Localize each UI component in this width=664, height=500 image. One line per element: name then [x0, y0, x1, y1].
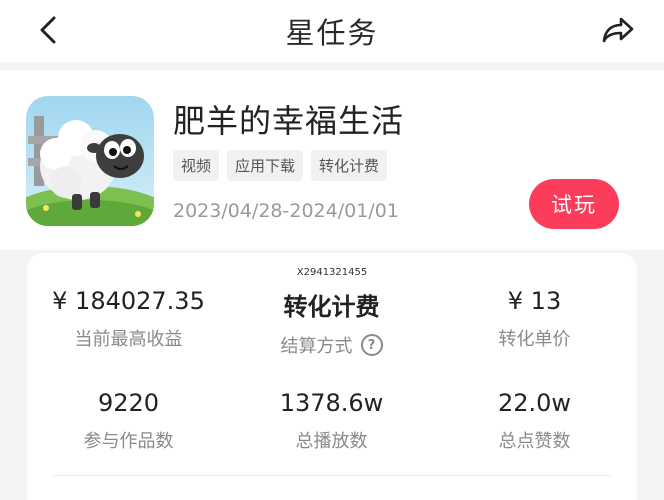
try-play-button[interactable]: 试玩	[529, 179, 619, 229]
stats-card: X2941321455 ¥ 184027.35 当前最高收益 转化计费 结算方式…	[27, 253, 637, 500]
stat-label-text: 总播放数	[295, 431, 368, 452]
top-nav-bar: 星任务	[0, 0, 664, 62]
share-button[interactable]	[596, 8, 640, 52]
stat-label: 结算方式 ?	[230, 332, 433, 358]
stat-settlement-method: 转化计费 结算方式 ?	[230, 287, 433, 358]
stat-total-plays: 1378.6w 总播放数	[230, 389, 433, 453]
stat-label: 总播放数	[230, 427, 433, 453]
tag-app-download: 应用下载	[227, 150, 304, 181]
stat-label: 参与作品数	[27, 427, 230, 453]
app-icon	[26, 96, 154, 226]
stat-value: 1378.6w	[279, 389, 384, 417]
page-title: 星任务	[285, 16, 379, 50]
stat-label-text: 结算方式	[280, 336, 353, 357]
stat-value: ¥ 13	[507, 287, 562, 315]
stat-value: 转化计费	[283, 293, 380, 321]
tag-video: 视频	[173, 150, 220, 181]
stat-label-text: 总点赞数	[498, 431, 571, 452]
stat-max-earnings: ¥ 184027.35 当前最高收益	[27, 287, 230, 351]
stat-label: 当前最高收益	[27, 325, 230, 351]
task-header-card: 肥羊的幸福生活 视频 应用下载 转化计费 2023/04/28-2024/01/…	[0, 70, 664, 250]
divider	[53, 475, 611, 476]
stat-value: 9220	[97, 389, 160, 417]
stat-participating-works: 9220 参与作品数	[27, 389, 230, 453]
stat-label-text: 当前最高收益	[74, 329, 183, 350]
stat-label: 转化单价	[433, 325, 636, 351]
stat-value: 22.0w	[497, 389, 572, 417]
tag-list: 视频 应用下载 转化计费	[173, 150, 388, 181]
watermark-id: X2941321455	[296, 267, 368, 278]
sheep-app-icon	[26, 96, 154, 226]
date-range: 2023/04/28-2024/01/01	[173, 200, 399, 222]
tag-conversion-billing: 转化计费	[311, 150, 388, 181]
stat-label-text: 转化单价	[498, 329, 571, 350]
stat-label-text: 参与作品数	[83, 431, 174, 452]
stat-value: ¥ 184027.35	[52, 287, 205, 315]
stat-label: 总点赞数	[433, 427, 636, 453]
stat-total-likes: 22.0w 总点赞数	[433, 389, 636, 453]
share-arrow-icon	[602, 17, 634, 43]
stat-unit-price: ¥ 13 转化单价	[433, 287, 636, 351]
help-icon[interactable]: ?	[360, 334, 383, 356]
app-name: 肥羊的幸福生活	[173, 102, 405, 140]
